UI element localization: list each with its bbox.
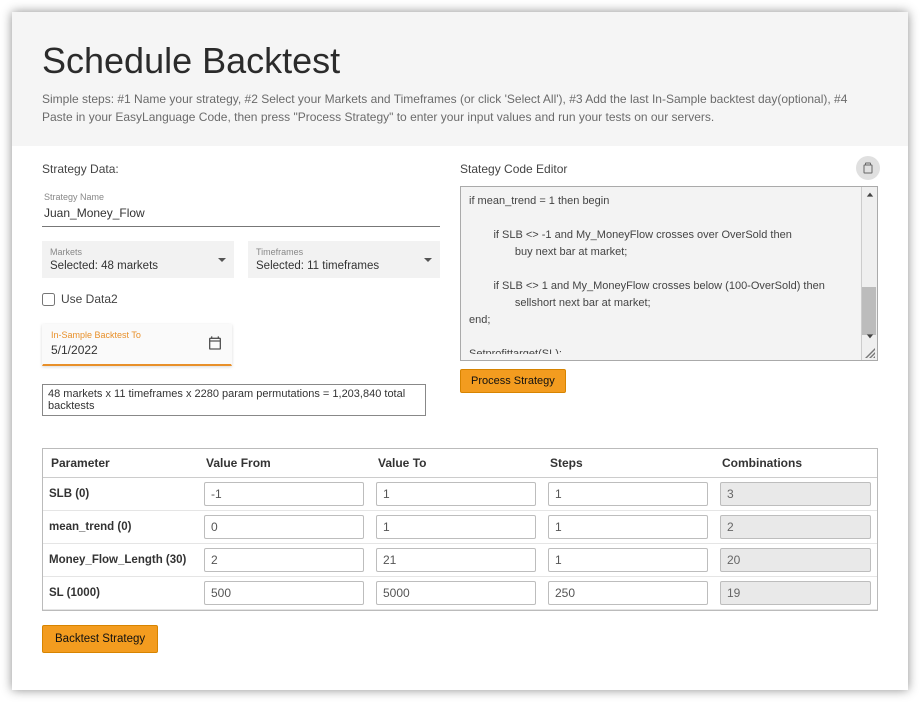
combinations-output xyxy=(720,482,871,506)
code-line: end; xyxy=(469,312,859,329)
code-editor-label: Stategy Code Editor xyxy=(460,162,878,176)
insample-date-field[interactable]: In-Sample Backtest To xyxy=(42,324,232,366)
table-header-row: Parameter Value From Value To Steps Comb… xyxy=(43,449,877,478)
value-to-input[interactable] xyxy=(376,548,536,572)
app-frame: Schedule Backtest Simple steps: #1 Name … xyxy=(12,12,908,690)
code-line: buy next bar at market; xyxy=(469,244,859,261)
value-from-input[interactable] xyxy=(204,581,364,605)
combinations-output xyxy=(720,581,871,605)
col-value-to: Value To xyxy=(370,449,542,478)
timeframes-dropdown[interactable]: Timeframes Selected: 11 timeframes xyxy=(248,241,440,278)
code-editor[interactable]: if mean_trend = 1 then begin if SLB <> -… xyxy=(460,186,878,361)
steps-input[interactable] xyxy=(548,482,708,506)
clipboard-icon xyxy=(862,162,874,174)
markets-label: Markets xyxy=(50,247,226,257)
backtest-summary: 48 markets x 11 timeframes x 2280 param … xyxy=(42,384,426,416)
scroll-up-icon[interactable] xyxy=(862,187,878,203)
code-line xyxy=(469,210,859,227)
page-title: Schedule Backtest xyxy=(42,40,878,82)
markets-value: Selected: 48 markets xyxy=(50,260,226,272)
param-name-cell: Money_Flow_Length (30) xyxy=(43,544,198,577)
main-content: Strategy Data: Strategy Name Markets Sel… xyxy=(12,146,908,416)
param-name-cell: mean_trend (0) xyxy=(43,511,198,544)
steps-input[interactable] xyxy=(548,581,708,605)
parameter-table: Parameter Value From Value To Steps Comb… xyxy=(42,448,878,611)
markets-dropdown[interactable]: Markets Selected: 48 markets xyxy=(42,241,234,278)
value-from-input[interactable] xyxy=(204,482,364,506)
col-parameter: Parameter xyxy=(43,449,198,478)
value-to-input[interactable] xyxy=(376,581,536,605)
steps-input[interactable] xyxy=(548,515,708,539)
clipboard-button[interactable] xyxy=(856,156,880,180)
timeframes-value: Selected: 11 timeframes xyxy=(256,260,432,272)
code-line xyxy=(469,329,859,346)
value-to-input[interactable] xyxy=(376,482,536,506)
value-to-input[interactable] xyxy=(376,515,536,539)
table-row: SLB (0) xyxy=(43,478,877,511)
strategy-name-input[interactable] xyxy=(44,206,438,220)
col-combinations: Combinations xyxy=(714,449,877,478)
use-data2-checkbox[interactable] xyxy=(42,293,55,306)
page-header: Schedule Backtest Simple steps: #1 Name … xyxy=(12,12,908,146)
code-line: if SLB <> -1 and My_MoneyFlow crosses ov… xyxy=(469,227,859,244)
col-steps: Steps xyxy=(542,449,714,478)
value-from-input[interactable] xyxy=(204,515,364,539)
strategy-data-label: Strategy Data: xyxy=(42,162,440,176)
insample-date-label: In-Sample Backtest To xyxy=(51,330,223,340)
chevron-down-icon xyxy=(424,258,432,262)
col-value-from: Value From xyxy=(198,449,370,478)
code-scrollbar[interactable] xyxy=(861,187,877,360)
resize-grip-icon[interactable] xyxy=(861,344,877,360)
strategy-data-panel: Strategy Data: Strategy Name Markets Sel… xyxy=(42,162,440,416)
code-editor-panel: Stategy Code Editor if mean_trend = 1 th… xyxy=(460,162,878,416)
steps-input[interactable] xyxy=(548,548,708,572)
combinations-output xyxy=(720,515,871,539)
use-data2-row: Use Data2 xyxy=(42,292,440,306)
use-data2-label: Use Data2 xyxy=(61,292,118,306)
code-text[interactable]: if mean_trend = 1 then begin if SLB <> -… xyxy=(469,193,859,354)
table-row: mean_trend (0) xyxy=(43,511,877,544)
process-strategy-button[interactable]: Process Strategy xyxy=(460,369,566,393)
backtest-strategy-button[interactable]: Backtest Strategy xyxy=(42,625,158,653)
chevron-down-icon xyxy=(218,258,226,262)
value-from-input[interactable] xyxy=(204,548,364,572)
scroll-down-icon[interactable] xyxy=(862,328,878,344)
code-line: if mean_trend = 1 then begin xyxy=(469,193,859,210)
param-name-cell: SLB (0) xyxy=(43,478,198,511)
timeframes-label: Timeframes xyxy=(256,247,432,257)
calendar-icon[interactable] xyxy=(207,335,223,356)
combinations-output xyxy=(720,548,871,572)
insample-date-input[interactable] xyxy=(51,343,171,357)
param-name-cell: SL (1000) xyxy=(43,577,198,610)
code-line xyxy=(469,261,859,278)
table-row: SL (1000) xyxy=(43,577,877,610)
page-subtitle: Simple steps: #1 Name your strategy, #2 … xyxy=(42,90,878,126)
strategy-name-field[interactable]: Strategy Name xyxy=(42,186,440,227)
code-line: Setprofittarget(SL); xyxy=(469,346,859,354)
code-line: if SLB <> 1 and My_MoneyFlow crosses bel… xyxy=(469,278,859,295)
table-row: Money_Flow_Length (30) xyxy=(43,544,877,577)
code-line: sellshort next bar at market; xyxy=(469,295,859,312)
strategy-name-label: Strategy Name xyxy=(44,192,438,202)
